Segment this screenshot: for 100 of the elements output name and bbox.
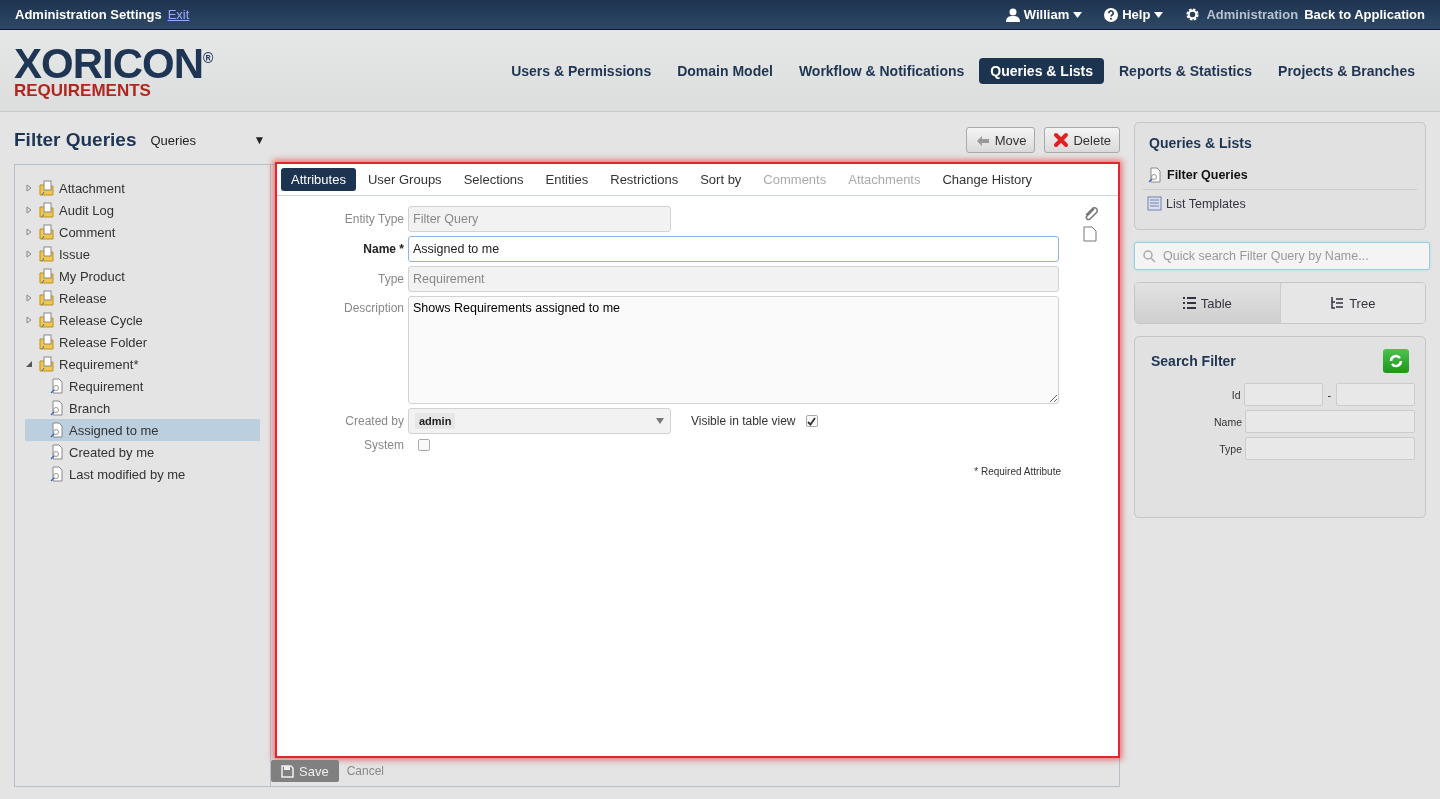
tree-item[interactable]: Requirement* [25, 353, 260, 375]
textarea-field[interactable]: Shows Requirements assigned to me [408, 296, 1059, 404]
field-label: System [363, 438, 404, 452]
required-note: * Required Attribute [973, 466, 1061, 477]
filter-label: Type [1218, 442, 1242, 455]
caret-icon [1154, 11, 1164, 18]
folder-document-icon [39, 268, 55, 284]
tree-item[interactable]: Attachment [25, 177, 260, 199]
nav-tab[interactable]: Users & Permissions [500, 57, 663, 84]
filter-label: Name [1213, 415, 1242, 428]
tab[interactable]: Restrictions [600, 168, 689, 191]
collapsed-triangle-icon[interactable] [25, 184, 33, 192]
document-icon[interactable] [1083, 226, 1097, 242]
tab[interactable]: Selections [453, 168, 534, 191]
nav-tab[interactable]: Reports & Statistics [1108, 57, 1264, 84]
field-label: Description [342, 300, 404, 315]
search-field[interactable]: Quick search Filter Query by Name... [1134, 242, 1430, 270]
collapsed-triangle-icon[interactable] [25, 228, 33, 236]
tree-item[interactable]: Requirement [25, 375, 260, 397]
tree-item[interactable]: Release Folder [25, 331, 260, 353]
field-label: Entity Type [343, 212, 404, 226]
help-menu[interactable]: Help [1104, 7, 1164, 22]
collapsed-triangle-icon[interactable] [25, 206, 33, 214]
input-field[interactable] [1245, 437, 1415, 460]
tree-item[interactable]: Created by me [25, 441, 260, 463]
paperclip-icon[interactable] [1083, 206, 1099, 222]
select-value: admin [415, 413, 456, 429]
field-label: Type [377, 272, 404, 286]
gear-icon [1185, 7, 1201, 22]
collapsed-triangle-icon[interactable] [25, 294, 33, 302]
checkbox[interactable] [418, 439, 430, 451]
collapsed-triangle-icon[interactable] [25, 250, 33, 258]
tree-item[interactable]: Assigned to me [25, 419, 260, 441]
tree-item[interactable]: Comment [25, 221, 260, 243]
collapsed-triangle-icon[interactable] [25, 316, 33, 324]
folder-document-icon [39, 202, 55, 218]
input-field[interactable] [1336, 383, 1415, 406]
delete-button[interactable]: Delete [1044, 127, 1120, 153]
tree-item[interactable]: Last modified by me [25, 463, 260, 485]
queries-dropdown[interactable]: Queries ▼ [150, 132, 266, 148]
list-icon [1182, 297, 1196, 309]
expanded-triangle-icon[interactable] [25, 360, 33, 368]
tab[interactable]: Sort by [690, 168, 752, 191]
move-button[interactable]: Move [965, 127, 1036, 153]
sidebar-item[interactable]: List Templates [1143, 189, 1417, 217]
tree-item[interactable]: Issue [25, 243, 260, 265]
tree-icon [1330, 296, 1345, 310]
select-field[interactable]: admin [408, 408, 671, 434]
filter-label: Id [1230, 388, 1241, 401]
document-search-icon [49, 378, 65, 394]
nav-tab[interactable]: Projects & Branches [1267, 57, 1426, 84]
input-field[interactable] [1243, 383, 1323, 406]
caret-icon [1073, 11, 1083, 18]
view-toggle[interactable]: Table [1135, 283, 1280, 323]
checkbox[interactable] [805, 415, 818, 427]
tab[interactable]: User Groups [357, 168, 452, 191]
field-label: Created by [344, 414, 404, 428]
input-field[interactable] [1245, 410, 1415, 433]
folder-document-icon [39, 224, 55, 240]
folder-document-icon [39, 246, 55, 262]
nav-tab[interactable]: Workflow & Notifications [787, 57, 976, 84]
folder-document-icon [39, 312, 55, 328]
user-menu[interactable]: William [1005, 7, 1083, 22]
document-search-icon [1147, 167, 1163, 183]
tab[interactable]: Attributes [281, 168, 356, 191]
admin-label: Administration [1206, 7, 1299, 22]
nav-tab[interactable]: Queries & Lists [979, 57, 1104, 84]
logo: XORICON$^{®}$ REQUIREMENTS [14, 42, 213, 99]
back-link[interactable]: Back to Application [1304, 7, 1425, 22]
tree-item[interactable]: My Product [25, 265, 260, 287]
help-icon [1104, 7, 1119, 22]
close-icon [1053, 132, 1070, 148]
checkbox-label: Visible in table view [691, 414, 796, 428]
field-label: Name * [362, 242, 404, 256]
tree-item[interactable]: Audit Log [25, 199, 260, 221]
document-search-icon [49, 422, 65, 438]
tree-item[interactable]: Release [25, 287, 260, 309]
tab[interactable]: Change History [932, 168, 1043, 191]
search-icon [1143, 250, 1156, 263]
checkmark-icon [807, 416, 816, 426]
panel-title: Search Filter [1151, 353, 1236, 369]
refresh-button[interactable] [1383, 349, 1409, 373]
view-toggle[interactable]: Tree [1279, 283, 1425, 323]
folder-document-icon [39, 290, 55, 306]
tree-item[interactable]: Release Cycle [25, 309, 260, 331]
tab[interactable]: Entities [535, 168, 599, 191]
list-icon [1147, 196, 1162, 211]
folder-document-icon [39, 334, 55, 350]
nav-tab[interactable]: Domain Model [666, 57, 784, 84]
refresh-icon [1388, 353, 1404, 369]
user-icon [1005, 7, 1020, 22]
sidebar-item[interactable]: Filter Queries [1143, 161, 1417, 189]
document-search-icon [49, 444, 65, 460]
folder-document-icon [39, 356, 55, 372]
folder-document-icon [39, 180, 55, 196]
input-field[interactable]: Assigned to me [408, 236, 1059, 262]
app-title: Administration Settings [15, 7, 162, 22]
tree-item[interactable]: Branch [25, 397, 260, 419]
caret-icon [656, 418, 664, 424]
exit-link[interactable]: Exit [167, 7, 190, 22]
